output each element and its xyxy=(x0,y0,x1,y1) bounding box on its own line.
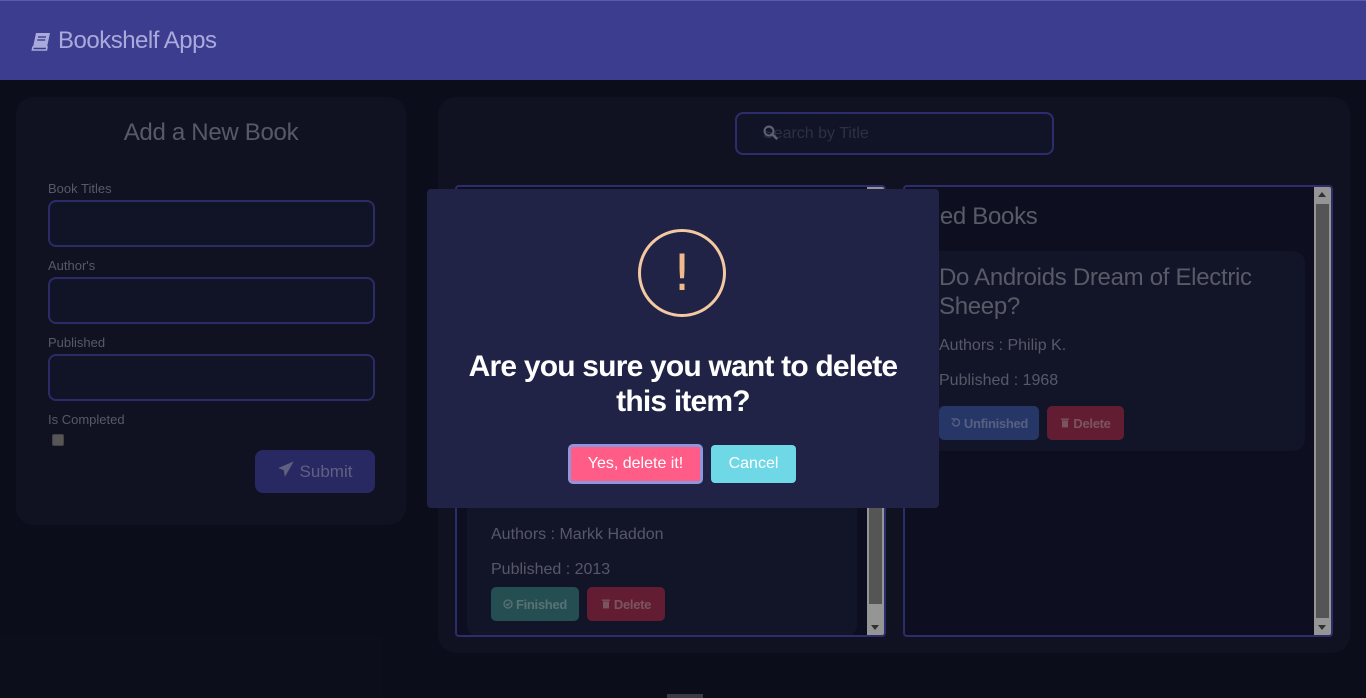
brand-title: Bookshelf Apps xyxy=(58,27,217,54)
dialog-message: Are you sure you want to delete this ite… xyxy=(468,350,898,418)
brand[interactable]: Bookshelf Apps xyxy=(30,27,217,55)
book-icon xyxy=(30,30,52,52)
app-header: Bookshelf Apps xyxy=(0,0,1366,80)
warning-symbol: ! xyxy=(671,244,693,302)
bottom-handle xyxy=(667,694,703,698)
warning-icon: ! xyxy=(638,229,726,317)
cancel-button[interactable]: Cancel xyxy=(711,445,796,483)
confirm-dialog: ! Are you sure you want to delete this i… xyxy=(427,189,939,508)
confirm-delete-button[interactable]: Yes, delete it! xyxy=(568,444,703,484)
